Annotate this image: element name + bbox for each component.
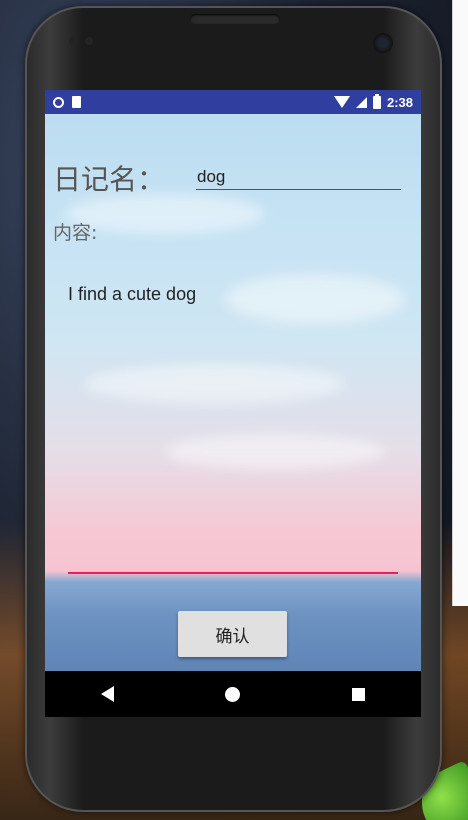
diary-edit-view: 日记名： 内容: I find a cute dog 确认 — [45, 114, 421, 671]
earpiece-speaker — [190, 14, 280, 24]
confirm-button[interactable]: 确认 — [178, 611, 287, 657]
notification-circle-icon — [53, 96, 64, 108]
recents-icon[interactable] — [352, 687, 366, 701]
battery-charging-icon — [372, 93, 381, 109]
diary-title-input[interactable] — [196, 164, 401, 190]
side-panel — [452, 0, 468, 606]
title-label: 日记名： — [53, 163, 166, 196]
sensor-dot — [69, 37, 77, 45]
navigation-bar — [45, 671, 421, 717]
status-bar: 2:38 — [45, 90, 421, 114]
content-label: 内容: — [53, 222, 98, 244]
status-time: 2:38 — [386, 94, 413, 110]
front-camera — [373, 33, 393, 53]
content-input-underline — [68, 572, 398, 574]
wifi-icon — [333, 96, 350, 108]
back-icon[interactable] — [100, 686, 114, 702]
sd-card-icon — [72, 96, 81, 108]
sensor-dot — [85, 37, 93, 45]
home-icon[interactable] — [225, 686, 241, 702]
diary-content-input[interactable]: I find a cute dog — [68, 284, 398, 564]
signal-icon — [355, 96, 367, 108]
phone-screen: 2:38 日记名： 内容: I find a cute dog 确认 — [45, 90, 421, 717]
